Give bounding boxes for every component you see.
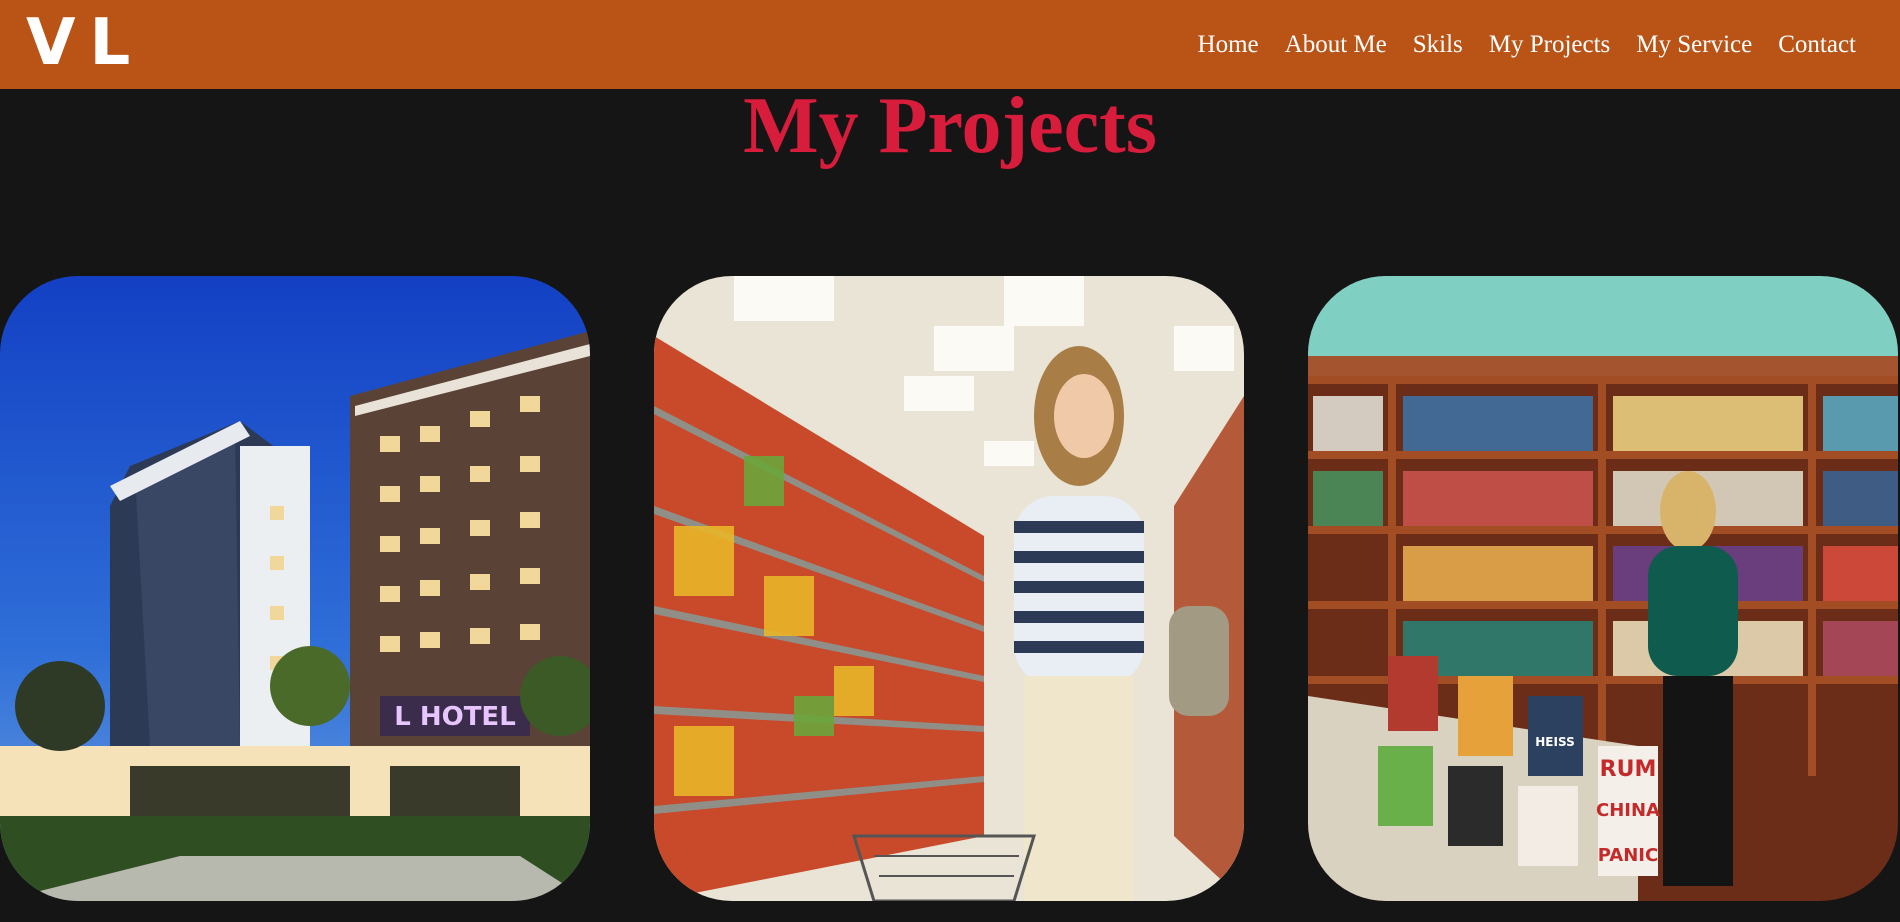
- book-title-rum: RUM: [1600, 757, 1657, 782]
- supermarket-shopper-photo: [654, 276, 1244, 901]
- navbar: VL Home About Me Skils My Projects My Se…: [0, 0, 1900, 89]
- project-card-hotel[interactable]: L HOTEL: [0, 276, 590, 901]
- hotel-building-photo: L HOTEL: [0, 276, 590, 901]
- nav-link-my-service[interactable]: My Service: [1636, 31, 1752, 59]
- nav-link-my-projects[interactable]: My Projects: [1489, 31, 1611, 59]
- nav-link-about-me[interactable]: About Me: [1285, 31, 1387, 59]
- project-card-bookstore[interactable]: RUM CHINA PANIC HEISS: [1308, 276, 1898, 901]
- logo[interactable]: VL: [26, 11, 144, 75]
- nav-link-skills[interactable]: Skils: [1413, 31, 1463, 59]
- nav-link-home[interactable]: Home: [1198, 31, 1259, 59]
- book-title-heiss: HEISS: [1535, 735, 1574, 749]
- nav-menu: Home About Me Skils My Projects My Servi…: [1198, 31, 1856, 59]
- page-title: My Projects: [743, 82, 1157, 170]
- book-title-china: CHINA: [1596, 800, 1660, 821]
- bookstore-photo: RUM CHINA PANIC HEISS: [1308, 276, 1898, 901]
- project-card-supermarket[interactable]: [654, 276, 1244, 901]
- nav-link-contact[interactable]: Contact: [1778, 31, 1856, 59]
- book-title-panic: PANIC: [1598, 845, 1658, 866]
- hotel-sign-text: L HOTEL: [394, 702, 516, 732]
